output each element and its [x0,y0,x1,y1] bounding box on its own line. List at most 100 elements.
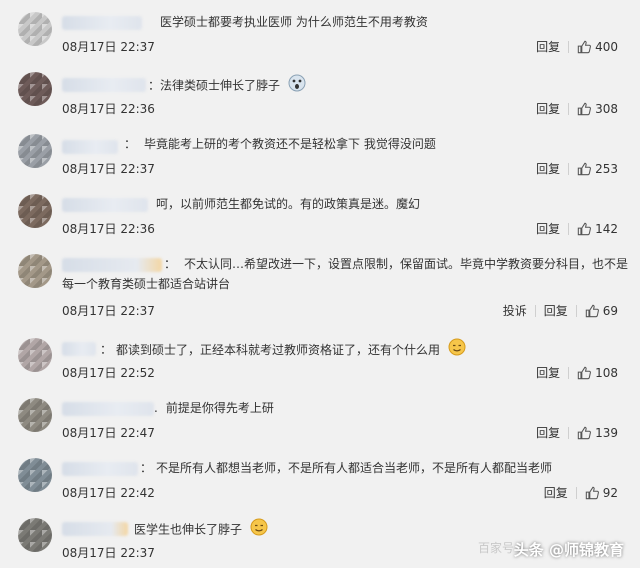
comment-actions: 回复 308 [536,100,618,117]
comment-body: 医学生也伸长了脖子 [134,522,243,537]
like-count: 69 [602,303,618,318]
like-button[interactable]: 253 [577,162,618,176]
reply-button[interactable]: 回复 [544,484,568,501]
comment-body: 不是所有人都想当老师，不是所有人都适合当老师，不是所有人都配当老师 [156,461,553,475]
divider [568,40,570,53]
divider [568,366,570,379]
username[interactable] [62,16,142,30]
watermark: 头条 @师锦教育 [514,539,624,560]
avatar[interactable] [18,458,52,492]
smirk-emoji [250,518,268,542]
username[interactable] [62,402,154,416]
like-button[interactable]: 139 [577,426,618,440]
thumbs-up-icon [585,304,599,317]
reply-button[interactable]: 回复 [536,220,560,237]
like-button[interactable]: 400 [577,40,618,54]
comment-text: 医学生也伸长了脖子 [134,518,268,542]
avatar[interactable] [18,398,52,432]
comment-date: 08月17日 22:37 [62,162,155,176]
divider [568,162,570,175]
reply-button[interactable]: 回复 [536,160,560,177]
avatar[interactable] [18,194,52,228]
username[interactable] [62,342,96,356]
comment-text: . 前提是你得先考上研 [154,401,274,415]
reply-button[interactable]: 回复 [536,424,560,441]
comment-actions: 回复 142 [536,220,618,237]
comment-body: 毕竟能考上研的考个教资还不是轻松拿下 我觉得没问题 [144,137,436,151]
comment-body: 前提是你得先考上研 [165,401,274,415]
comment-text: ：毕竟能考上研的考个教资还不是轻松拿下 我觉得没问题 [124,137,436,151]
username[interactable] [62,522,128,536]
reply-button[interactable]: 回复 [536,38,560,55]
divider [568,426,570,439]
faint-watermark: 百家号 [478,541,515,555]
reply-button[interactable]: 回复 [536,364,560,381]
comment-actions: 回复 253 [536,160,618,177]
like-count: 92 [602,485,618,500]
divider [575,304,577,317]
thumbs-up-icon [577,366,592,379]
reply-button[interactable]: 回复 [536,100,560,117]
reply-button[interactable]: 回复 [544,302,568,319]
comment-date: 08月17日 22:36 [62,102,155,116]
comment-item: 呵，以前师范生都免试的。有的政策真是迷。魔幻 08月17日 22:36 回复 1… [0,194,640,246]
comment-body: 法律类硕士伸长了脖子 [160,78,281,93]
like-count: 308 [595,101,618,116]
username[interactable] [62,198,148,212]
avatar[interactable] [18,134,52,168]
avatar[interactable] [18,72,52,106]
comment-actions: 回复 400 [536,38,618,55]
surprised-emoji [288,74,306,98]
comment-date: 08月17日 22:42 [62,486,155,500]
avatar[interactable] [18,518,52,552]
comment-text: 医学硕士都要考执业医师 为什么师范生不用考教资 [160,15,428,29]
avatar[interactable] [18,12,52,46]
like-button[interactable]: 142 [577,222,618,236]
report-button[interactable]: 投诉 [503,302,527,319]
thumbs-up-icon [577,162,592,175]
like-count: 139 [595,425,618,440]
divider [568,222,570,235]
like-button[interactable]: 92 [585,486,618,500]
comment-text: ：不太认同…希望改进一下，设置点限制，保留面试。毕竟中学教资要分科目，也不是每一… [62,257,629,291]
like-count: 142 [595,221,618,236]
username[interactable] [62,78,146,92]
watermark-text: 头条 @师锦教育 [513,541,624,559]
like-count: 253 [595,161,618,176]
comment-date: 08月17日 22:47 [62,426,155,440]
comment-item: ：毕竟能考上研的考个教资还不是轻松拿下 我觉得没问题 08月17日 22:37 … [0,132,640,184]
comment-item: ：不太认同…希望改进一下，设置点限制，保留面试。毕竟中学教资要分科目，也不是每一… [0,254,640,324]
username[interactable] [62,462,138,476]
comment-date: 08月17日 22:52 [62,366,155,380]
divider [575,486,577,499]
comment-body: 都读到硕士了，正经本科就考过教师资格证了，还有个什么用 [116,342,441,357]
thumbs-up-icon [577,222,592,235]
comment-date: 08月17日 22:37 [62,40,155,54]
divider [534,304,536,317]
thumbs-up-icon [577,102,592,115]
username[interactable] [62,140,118,154]
comment-actions: 投诉 回复 69 [503,302,618,319]
thumbs-up-icon [577,426,592,439]
comment-date: 08月17日 22:37 [62,546,155,560]
comment-actions: 回复 139 [536,424,618,441]
smirk-emoji [448,338,466,362]
like-count: 108 [595,365,618,380]
comment-actions: 回复 92 [544,484,618,501]
thumbs-up-icon [577,40,592,53]
like-button[interactable]: 308 [577,102,618,116]
comment-text: ：不是所有人都想当老师，不是所有人都适合当老师，不是所有人都配当老师 [140,461,553,475]
avatar[interactable] [18,338,52,372]
like-button[interactable]: 69 [585,304,618,318]
like-count: 400 [595,39,618,54]
comment-date: 08月17日 22:36 [62,222,155,236]
comment-item: 医学硕士都要考执业医师 为什么师范生不用考教资 08月17日 22:37 回复 … [0,8,640,60]
comment-body: 不太认同…希望改进一下，设置点限制，保留面试。毕竟中学教资要分科目，也不是每一个… [62,257,629,291]
comment-text: ：都读到硕士了，正经本科就考过教师资格证了，还有个什么用 [100,338,466,362]
comment-item: ：不是所有人都想当老师，不是所有人都适合当老师，不是所有人都配当老师 08月17… [0,458,640,510]
comment-text: 呵，以前师范生都免试的。有的政策真是迷。魔幻 [156,197,421,211]
avatar[interactable] [18,254,52,288]
divider [568,102,570,115]
like-button[interactable]: 108 [577,366,618,380]
comment-text: ：法律类硕士伸长了脖子 [148,74,306,98]
